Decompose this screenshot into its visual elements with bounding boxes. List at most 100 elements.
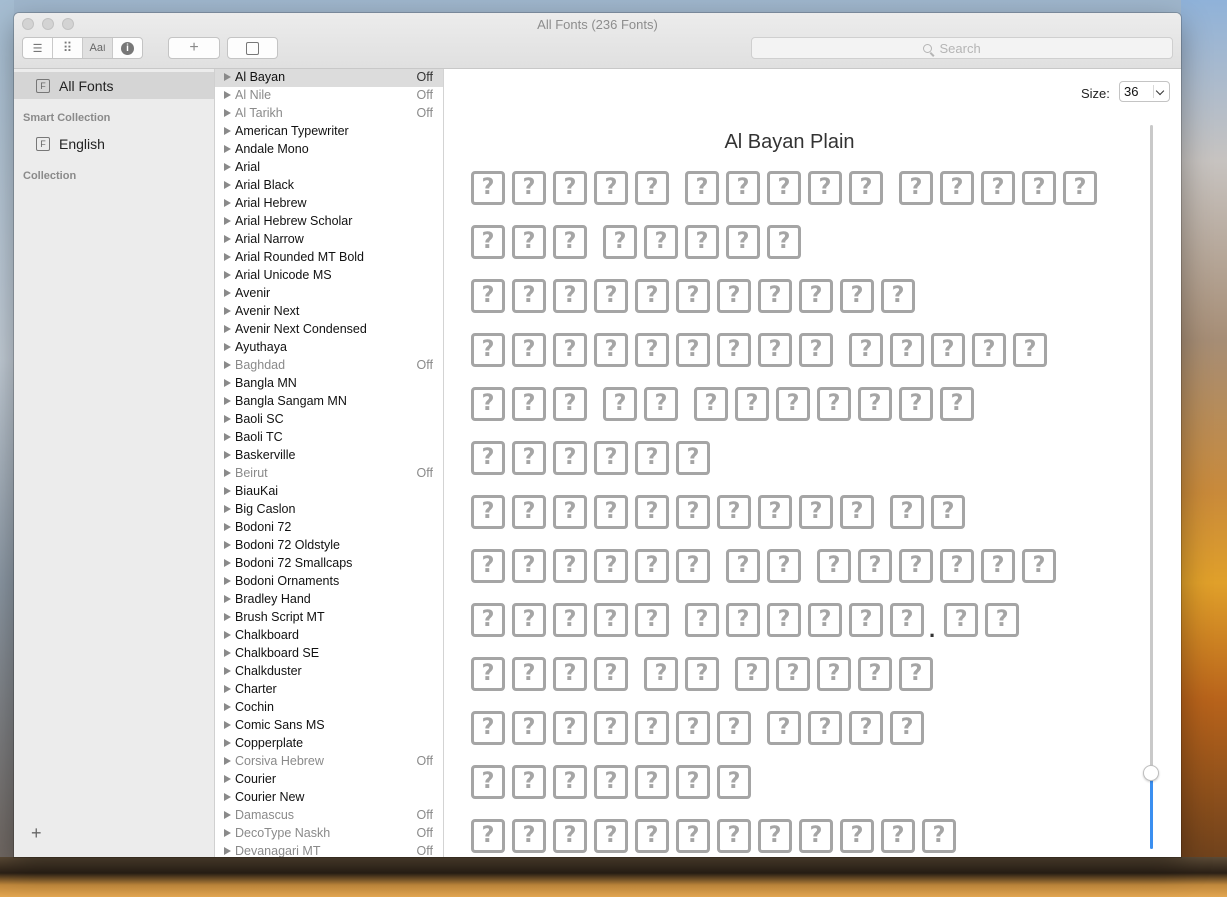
font-list-item[interactable]: Arial Hebrew Scholar xyxy=(215,213,443,231)
font-list-item[interactable]: Arial Unicode MS xyxy=(215,267,443,285)
font-list-item[interactable]: Bodoni Ornaments xyxy=(215,573,443,591)
disclosure-triangle-icon[interactable] xyxy=(224,397,231,405)
disclosure-triangle-icon[interactable] xyxy=(224,847,231,855)
disclosure-triangle-icon[interactable] xyxy=(224,559,231,567)
font-list-item[interactable]: Baoli SC xyxy=(215,411,443,429)
sidebar-item-english[interactable]: F English xyxy=(14,130,214,157)
font-list-item[interactable]: Chalkboard xyxy=(215,627,443,645)
font-list-item[interactable]: Arial Rounded MT Bold xyxy=(215,249,443,267)
disclosure-triangle-icon[interactable] xyxy=(224,631,231,639)
add-font-button[interactable]: + xyxy=(168,37,220,59)
disclosure-triangle-icon[interactable] xyxy=(224,541,231,549)
font-list-item[interactable]: Avenir Next Condensed xyxy=(215,321,443,339)
disclosure-triangle-icon[interactable] xyxy=(224,415,231,423)
disclosure-triangle-icon[interactable] xyxy=(224,451,231,459)
disclosure-triangle-icon[interactable] xyxy=(224,721,231,729)
disclosure-triangle-icon[interactable] xyxy=(224,649,231,657)
disclosure-triangle-icon[interactable] xyxy=(224,829,231,837)
disclosure-triangle-icon[interactable] xyxy=(224,667,231,675)
font-list-item[interactable]: Courier New xyxy=(215,789,443,807)
font-list-item[interactable]: Avenir Next xyxy=(215,303,443,321)
font-list-item[interactable]: Comic Sans MS xyxy=(215,717,443,735)
disclosure-triangle-icon[interactable] xyxy=(224,685,231,693)
disclosure-triangle-icon[interactable] xyxy=(224,757,231,765)
font-list-item[interactable]: Arial Narrow xyxy=(215,231,443,249)
disclosure-triangle-icon[interactable] xyxy=(224,703,231,711)
disclosure-triangle-icon[interactable] xyxy=(224,271,231,279)
search-field[interactable] xyxy=(751,37,1173,59)
disclosure-triangle-icon[interactable] xyxy=(224,343,231,351)
disclosure-triangle-icon[interactable] xyxy=(224,127,231,135)
size-slider-knob[interactable] xyxy=(1143,765,1159,781)
disclosure-triangle-icon[interactable] xyxy=(224,469,231,477)
font-list-item[interactable]: Devanagari MT Off xyxy=(215,843,443,857)
list-view-button[interactable]: ☰ xyxy=(23,38,53,58)
font-list-item[interactable]: Baoli TC xyxy=(215,429,443,447)
disclosure-triangle-icon[interactable] xyxy=(224,739,231,747)
toggle-font-button[interactable] xyxy=(227,37,278,59)
font-list-item[interactable]: Big Caslon xyxy=(215,501,443,519)
disclosure-triangle-icon[interactable] xyxy=(224,361,231,369)
font-list-item[interactable]: Al Bayan Off xyxy=(215,69,443,87)
disclosure-triangle-icon[interactable] xyxy=(224,487,231,495)
disclosure-triangle-icon[interactable] xyxy=(224,505,231,513)
disclosure-triangle-icon[interactable] xyxy=(224,73,231,81)
font-list-item[interactable]: Baskerville xyxy=(215,447,443,465)
size-select[interactable]: 36 xyxy=(1119,81,1170,102)
font-list-item[interactable]: Charter xyxy=(215,681,443,699)
font-list-item[interactable]: American Typewriter xyxy=(215,123,443,141)
font-list-item[interactable]: DecoType Naskh Off xyxy=(215,825,443,843)
disclosure-triangle-icon[interactable] xyxy=(224,253,231,261)
disclosure-triangle-icon[interactable] xyxy=(224,289,231,297)
disclosure-triangle-icon[interactable] xyxy=(224,775,231,783)
disclosure-triangle-icon[interactable] xyxy=(224,325,231,333)
font-list-item[interactable]: Chalkboard SE xyxy=(215,645,443,663)
disclosure-triangle-icon[interactable] xyxy=(224,811,231,819)
font-list-item[interactable]: Arial xyxy=(215,159,443,177)
title-bar[interactable]: All Fonts (236 Fonts) ☰ ⠿ AaI i + xyxy=(14,13,1181,69)
disclosure-triangle-icon[interactable] xyxy=(224,217,231,225)
info-view-button[interactable]: i xyxy=(113,38,142,58)
font-list-item[interactable]: Cochin xyxy=(215,699,443,717)
sample-view-button[interactable]: AaI xyxy=(83,38,113,58)
font-list-item[interactable]: Arial Hebrew xyxy=(215,195,443,213)
add-collection-button[interactable]: + xyxy=(31,824,42,842)
disclosure-triangle-icon[interactable] xyxy=(224,379,231,387)
disclosure-triangle-icon[interactable] xyxy=(224,91,231,99)
font-list-item[interactable]: Bangla MN xyxy=(215,375,443,393)
size-slider-track[interactable] xyxy=(1150,125,1153,849)
font-list-item[interactable]: Al Tarikh Off xyxy=(215,105,443,123)
font-list-item[interactable]: Arial Black xyxy=(215,177,443,195)
disclosure-triangle-icon[interactable] xyxy=(224,793,231,801)
disclosure-triangle-icon[interactable] xyxy=(224,181,231,189)
font-list-item[interactable]: Copperplate xyxy=(215,735,443,753)
font-list-item[interactable]: Al Nile Off xyxy=(215,87,443,105)
font-list-item[interactable]: Avenir xyxy=(215,285,443,303)
font-list-item[interactable]: Baghdad Off xyxy=(215,357,443,375)
font-list-item[interactable]: Brush Script MT xyxy=(215,609,443,627)
disclosure-triangle-icon[interactable] xyxy=(224,613,231,621)
disclosure-triangle-icon[interactable] xyxy=(224,163,231,171)
font-list-item[interactable]: Courier xyxy=(215,771,443,789)
search-input[interactable] xyxy=(937,39,1002,57)
font-list-item[interactable]: Andale Mono xyxy=(215,141,443,159)
disclosure-triangle-icon[interactable] xyxy=(224,307,231,315)
disclosure-triangle-icon[interactable] xyxy=(224,199,231,207)
disclosure-triangle-icon[interactable] xyxy=(224,595,231,603)
disclosure-triangle-icon[interactable] xyxy=(224,577,231,585)
font-list-item[interactable]: Bradley Hand xyxy=(215,591,443,609)
grid-view-button[interactable]: ⠿ xyxy=(53,38,83,58)
disclosure-triangle-icon[interactable] xyxy=(224,109,231,117)
font-list-item[interactable]: Bodoni 72 xyxy=(215,519,443,537)
disclosure-triangle-icon[interactable] xyxy=(224,433,231,441)
font-list-item[interactable]: Bodoni 72 Smallcaps xyxy=(215,555,443,573)
font-list-item[interactable]: Beirut Off xyxy=(215,465,443,483)
font-list-item[interactable]: BiauKai xyxy=(215,483,443,501)
disclosure-triangle-icon[interactable] xyxy=(224,145,231,153)
font-list-item[interactable]: Corsiva Hebrew Off xyxy=(215,753,443,771)
disclosure-triangle-icon[interactable] xyxy=(224,235,231,243)
font-list-item[interactable]: Damascus Off xyxy=(215,807,443,825)
font-list-item[interactable]: Bodoni 72 Oldstyle xyxy=(215,537,443,555)
font-list-item[interactable]: Bangla Sangam MN xyxy=(215,393,443,411)
font-list-item[interactable]: Chalkduster xyxy=(215,663,443,681)
